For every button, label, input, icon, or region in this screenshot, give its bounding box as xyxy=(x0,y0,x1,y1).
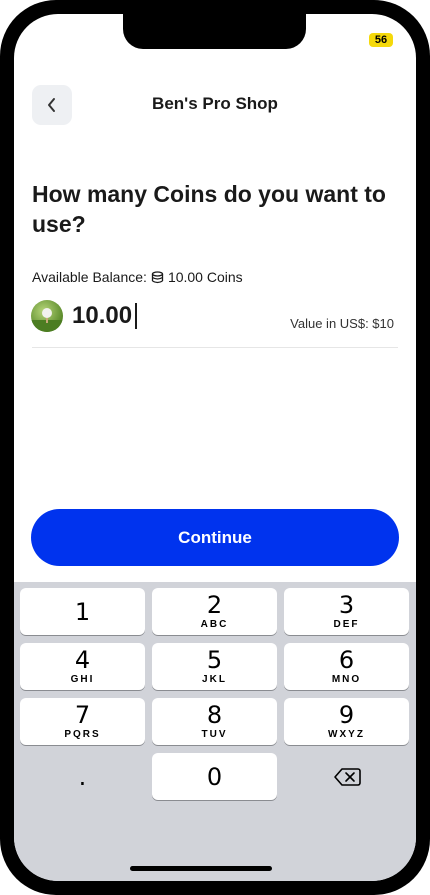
backspace-icon xyxy=(333,767,361,786)
key-1[interactable]: 1 xyxy=(20,588,145,635)
key-digit: . xyxy=(78,762,87,791)
continue-button[interactable]: Continue xyxy=(31,509,399,566)
coin-amount-input[interactable]: 10.00 xyxy=(72,301,138,331)
key-digit: 8 xyxy=(206,701,223,729)
balance-label: Available Balance: xyxy=(32,269,147,285)
key-3[interactable]: 3 DEF xyxy=(284,588,409,635)
key-digit: 4 xyxy=(74,646,91,674)
key-letters: MNO xyxy=(331,674,362,685)
key-6[interactable]: 6 MNO xyxy=(284,643,409,690)
page-title: Ben's Pro Shop xyxy=(152,94,278,113)
coin-amount-value: 10.00 xyxy=(72,302,133,329)
key-0[interactable]: 0 xyxy=(152,753,277,800)
key-letters: PQRS xyxy=(64,729,101,740)
key-letters: GHI xyxy=(70,674,95,685)
available-balance: Available Balance: 10.00 Coins xyxy=(32,269,243,285)
divider xyxy=(32,347,398,348)
key-decimal[interactable]: . xyxy=(20,753,145,800)
notch xyxy=(123,14,306,49)
numeric-keypad: 1 2 ABC 3 DEF 4 GHI 5 JKL 6 MNO 7 PQRS 8… xyxy=(14,582,416,881)
coins-stack-icon xyxy=(151,270,164,283)
key-letters: ABC xyxy=(200,619,229,630)
key-digit: 2 xyxy=(206,591,223,619)
usd-value: Value in US$: $10 xyxy=(290,316,394,331)
key-letters: WXYZ xyxy=(328,729,365,740)
key-letters: TUV xyxy=(201,729,228,740)
text-cursor xyxy=(135,303,138,329)
home-indicator[interactable] xyxy=(130,866,272,871)
key-digit: 3 xyxy=(338,591,355,619)
key-digit: 1 xyxy=(74,597,91,626)
balance-value: 10.00 Coins xyxy=(167,269,243,285)
golf-coin-icon xyxy=(31,300,63,332)
key-2[interactable]: 2 ABC xyxy=(152,588,277,635)
key-digit: 5 xyxy=(206,646,223,674)
key-digit: 7 xyxy=(74,701,91,729)
battery-indicator: 56 xyxy=(369,33,393,47)
key-4[interactable]: 4 GHI xyxy=(20,643,145,690)
question-heading: How many Coins do you want to use? xyxy=(32,181,386,237)
key-7[interactable]: 7 PQRS xyxy=(20,698,145,745)
delete-key[interactable] xyxy=(284,753,409,800)
screen: 56 Ben's Pro Shop How many Coins do you … xyxy=(14,14,416,881)
key-9[interactable]: 9 WXYZ xyxy=(284,698,409,745)
key-digit: 0 xyxy=(206,762,223,791)
key-5[interactable]: 5 JKL xyxy=(152,643,277,690)
key-letters: DEF xyxy=(333,619,360,630)
key-letters: JKL xyxy=(202,674,227,685)
key-digit: 6 xyxy=(338,646,355,674)
phone-frame: 56 Ben's Pro Shop How many Coins do you … xyxy=(0,0,430,895)
key-digit: 9 xyxy=(338,701,355,729)
key-8[interactable]: 8 TUV xyxy=(152,698,277,745)
